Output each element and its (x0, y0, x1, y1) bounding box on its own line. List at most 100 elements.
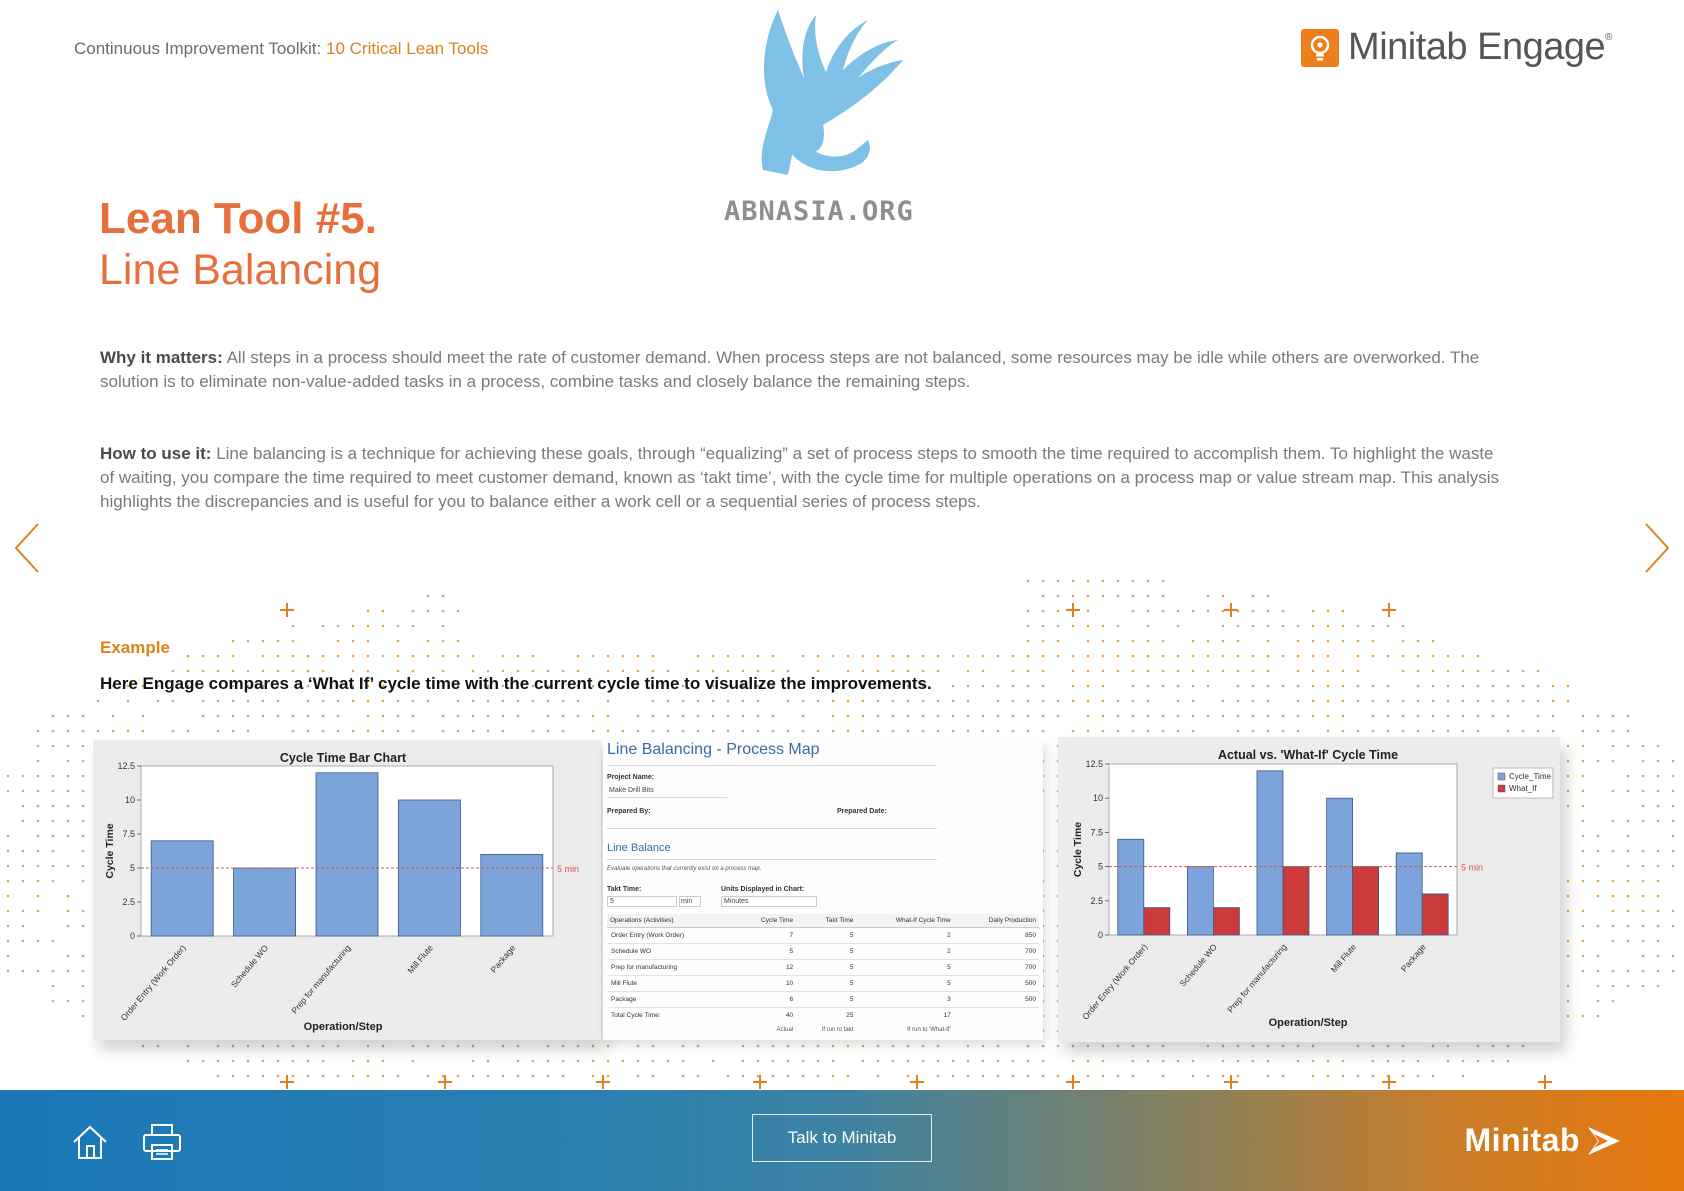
dot (1522, 670, 1525, 673)
dot (892, 700, 895, 703)
dot (697, 1075, 700, 1078)
dot (1297, 640, 1300, 643)
dot (1252, 655, 1255, 658)
dot (1222, 1045, 1225, 1048)
dot (502, 655, 505, 658)
dot (1267, 595, 1270, 598)
table-row: Order Entry (Work Order) 7 5 2 850 (607, 928, 1039, 944)
why-text: All steps in a process should meet the r… (100, 348, 1479, 391)
dot (412, 715, 415, 718)
dot (82, 790, 85, 793)
dot (292, 1075, 295, 1078)
dot (127, 700, 130, 703)
dot (472, 1060, 475, 1063)
dot (502, 1045, 505, 1048)
dot (1342, 625, 1345, 628)
dot (1312, 685, 1315, 688)
dot (1432, 700, 1435, 703)
dot (1567, 1000, 1570, 1003)
dot (1087, 595, 1090, 598)
takt-time-input[interactable]: 5 (607, 896, 677, 907)
dot (82, 910, 85, 913)
line-balance-note: Evaluate operations that currently exist… (607, 866, 761, 872)
dot (322, 670, 325, 673)
dot (1342, 670, 1345, 673)
dot (892, 1045, 895, 1048)
dot (1657, 880, 1660, 883)
dot (757, 1075, 760, 1078)
dot (922, 700, 925, 703)
dot (37, 880, 40, 883)
dot (442, 1075, 445, 1078)
dot (1462, 655, 1465, 658)
dot (82, 835, 85, 838)
dot (922, 655, 925, 658)
dot (1567, 880, 1570, 883)
dot (1417, 670, 1420, 673)
dot (37, 790, 40, 793)
dot (1447, 700, 1450, 703)
dot (712, 1060, 715, 1063)
breadcrumb-link[interactable]: 10 Critical Lean Tools (326, 39, 488, 58)
dot (1162, 715, 1165, 718)
dot (472, 715, 475, 718)
dot (82, 760, 85, 763)
dot (202, 700, 205, 703)
dot (1357, 625, 1360, 628)
dot (847, 1075, 850, 1078)
dot (697, 655, 700, 658)
dot (412, 730, 415, 733)
dot (442, 610, 445, 613)
dot (67, 955, 70, 958)
dot (397, 730, 400, 733)
dot (1012, 670, 1015, 673)
dot (1297, 1045, 1300, 1048)
dot (967, 655, 970, 658)
dot (367, 640, 370, 643)
home-icon[interactable] (70, 1122, 110, 1162)
dot (1177, 715, 1180, 718)
dot (517, 1045, 520, 1048)
dot (7, 835, 10, 838)
units-displayed-select[interactable]: Minutes (721, 896, 817, 907)
dot (1327, 685, 1330, 688)
footnote: If run to 'What-If' (856, 1023, 953, 1037)
dot (1192, 715, 1195, 718)
dot (1642, 970, 1645, 973)
dot (982, 715, 985, 718)
dot (472, 1045, 475, 1048)
dot (1072, 730, 1075, 733)
legend-swatch (1498, 773, 1505, 780)
dot (1672, 790, 1675, 793)
dot (487, 730, 490, 733)
dot (1057, 580, 1060, 583)
dot (277, 655, 280, 658)
dot (1477, 655, 1480, 658)
dot (667, 1060, 670, 1063)
printer-icon[interactable] (142, 1122, 182, 1162)
dot (1027, 1075, 1030, 1078)
dot (232, 655, 235, 658)
dot (442, 730, 445, 733)
table-cell: 5 (856, 976, 953, 992)
table-cell: 500 (954, 992, 1039, 1008)
dot (1582, 970, 1585, 973)
dot (67, 745, 70, 748)
dot (1252, 715, 1255, 718)
dot (1567, 700, 1570, 703)
takt-time-label: Takt Time: (607, 886, 641, 893)
table-cell: 5 (856, 960, 953, 976)
dot (322, 1045, 325, 1048)
dot (397, 700, 400, 703)
dot (442, 715, 445, 718)
dot (967, 670, 970, 673)
dot (1522, 1045, 1525, 1048)
dot (157, 1045, 160, 1048)
dot (1627, 865, 1630, 868)
dot (1417, 1060, 1420, 1063)
dot (697, 730, 700, 733)
talk-to-minitab-button[interactable]: Talk to Minitab (752, 1114, 932, 1162)
takt-unit-select[interactable]: min (679, 896, 701, 907)
dot (577, 655, 580, 658)
dot (1537, 730, 1540, 733)
